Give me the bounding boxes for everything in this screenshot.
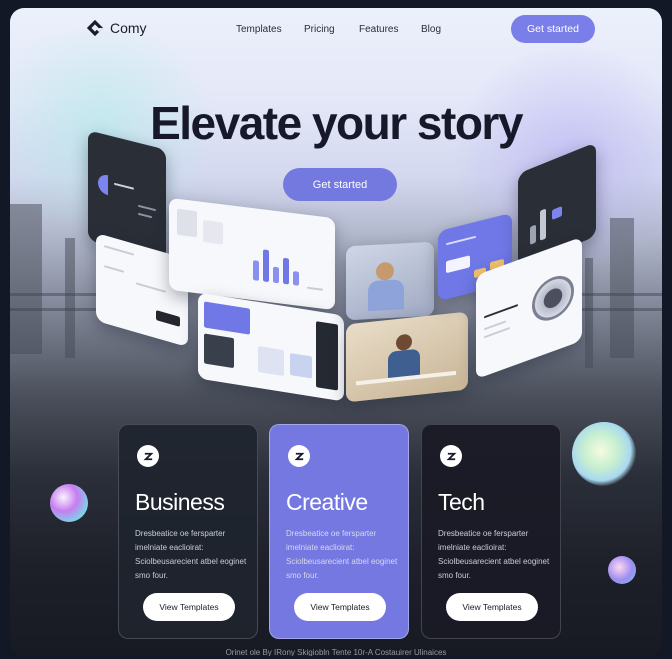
footer-text: Orinet ole By IRony Skigiobln Tente 10r-… [225, 648, 447, 656]
brand-name: Comy [110, 20, 147, 36]
card-title: Tech [438, 489, 485, 515]
brand-logo[interactable]: Comy [86, 19, 147, 37]
decorative-orb [572, 422, 636, 486]
background-pillar [585, 258, 593, 368]
background-rail [10, 293, 100, 296]
arrow-badge-icon [288, 445, 310, 467]
view-templates-tech-button[interactable]: View Templates [446, 593, 538, 621]
nav-blog[interactable]: Blog [421, 24, 441, 35]
page-frame: Comy Templates Pricing Features Blog Get… [10, 8, 662, 656]
nav-features[interactable]: Features [359, 24, 398, 35]
card-title: Business [135, 489, 225, 515]
background-rail [580, 293, 662, 296]
view-templates-business-button[interactable]: View Templates [143, 593, 235, 621]
background-rail [580, 308, 662, 311]
tech-card: Tech Dresbeatice oe fersparter imelniate… [421, 424, 561, 639]
creative-card: Creative Dresbeatice oe fersparter imeln… [269, 424, 409, 639]
background-pillar [610, 218, 634, 358]
business-card: Business Dresbeatice oe fersparter imeln… [118, 424, 258, 639]
card-description: Dresbeatice oe fersparter imelniate eacl… [438, 529, 550, 580]
card-description: Dresbeatice oe fersparter imelniate eacl… [286, 529, 398, 580]
template-preview-photo[interactable] [346, 241, 434, 321]
view-templates-creative-button[interactable]: View Templates [294, 593, 386, 621]
template-preview-office[interactable] [346, 311, 468, 403]
arrow-badge-icon [440, 445, 462, 467]
background-pillar [65, 238, 75, 358]
get-started-hero-button[interactable]: Get started [283, 168, 397, 201]
get-started-header-button[interactable]: Get started [511, 15, 595, 43]
arrow-badge-icon [137, 445, 159, 467]
card-description: Dresbeatice oe fersparter imelniate eacl… [135, 529, 247, 580]
decorative-orb [608, 556, 636, 584]
logo-mark-icon [86, 19, 104, 37]
decorative-orb [50, 484, 88, 522]
template-preview-analytics[interactable] [169, 197, 335, 311]
nav-templates[interactable]: Templates [236, 24, 282, 35]
card-title: Creative [286, 489, 368, 515]
template-preview-profile[interactable] [198, 292, 344, 402]
background-rail [10, 308, 100, 311]
background-pillar [10, 204, 42, 354]
nav-pricing[interactable]: Pricing [304, 24, 335, 35]
